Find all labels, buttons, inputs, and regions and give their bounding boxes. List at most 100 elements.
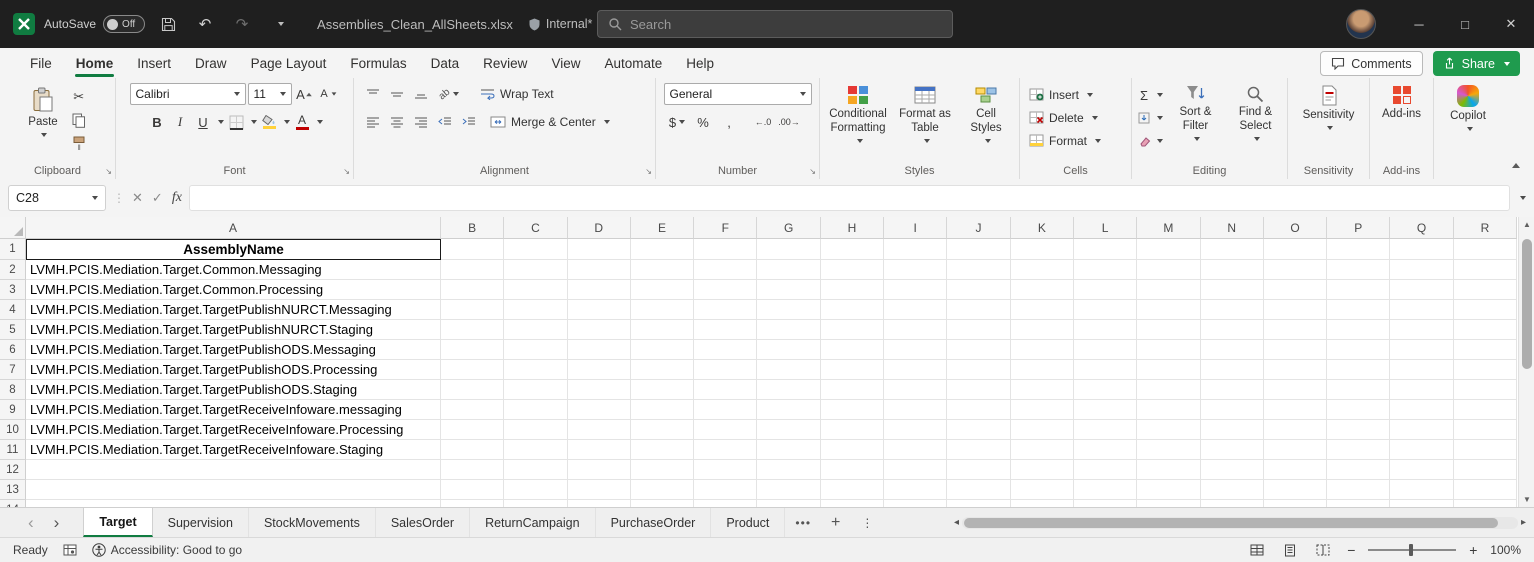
cell-N14[interactable] xyxy=(1201,500,1264,507)
sensitivity-chip[interactable]: Internal* xyxy=(529,17,608,31)
row-header-6[interactable]: 6 xyxy=(0,340,26,360)
cell-M14[interactable] xyxy=(1137,500,1200,507)
cell-A3[interactable]: LVMH.PCIS.Mediation.Target.Common.Proces… xyxy=(26,280,441,300)
cell-H10[interactable] xyxy=(821,420,884,440)
cell-P7[interactable] xyxy=(1327,360,1390,380)
cell-P3[interactable] xyxy=(1327,280,1390,300)
cell-Q11[interactable] xyxy=(1390,440,1453,460)
previous-sheet-button[interactable]: ‹ xyxy=(18,514,44,531)
search-box[interactable] xyxy=(597,10,953,38)
cell-A2[interactable]: LVMH.PCIS.Mediation.Target.Common.Messag… xyxy=(26,260,441,280)
undo-button[interactable]: ↶ xyxy=(191,10,219,38)
cell-L9[interactable] xyxy=(1074,400,1137,420)
cell-N9[interactable] xyxy=(1201,400,1264,420)
cell-F4[interactable] xyxy=(694,300,757,320)
macro-record-icon[interactable] xyxy=(63,544,77,556)
excel-logo-icon[interactable] xyxy=(13,13,35,35)
cell-G1[interactable] xyxy=(757,239,820,260)
cell-Q9[interactable] xyxy=(1390,400,1453,420)
cell-B2[interactable] xyxy=(441,260,504,280)
format-cells-button[interactable]: Format xyxy=(1024,129,1127,152)
underline-button[interactable]: U xyxy=(192,111,214,133)
cell-J14[interactable] xyxy=(947,500,1010,507)
menu-page-layout[interactable]: Page Layout xyxy=(239,48,339,78)
cut-button[interactable]: ✂ xyxy=(68,86,90,108)
cell-N1[interactable] xyxy=(1201,239,1264,260)
cell-A1[interactable]: AssemblyName xyxy=(26,239,441,260)
cell-O9[interactable] xyxy=(1264,400,1327,420)
menu-help[interactable]: Help xyxy=(674,48,726,78)
cell-D5[interactable] xyxy=(568,320,631,340)
column-header-K[interactable]: K xyxy=(1011,217,1074,239)
zoom-level[interactable]: 100% xyxy=(1490,543,1521,557)
cell-H3[interactable] xyxy=(821,280,884,300)
cell-J7[interactable] xyxy=(947,360,1010,380)
comments-button[interactable]: Comments xyxy=(1320,51,1422,76)
cell-O4[interactable] xyxy=(1264,300,1327,320)
vertical-scrollbar[interactable]: ▲ ▼ xyxy=(1518,217,1534,507)
close-button[interactable]: ✕ xyxy=(1488,0,1534,48)
menu-home[interactable]: Home xyxy=(64,48,126,78)
currency-format-button[interactable]: $ xyxy=(666,111,688,133)
row-header-10[interactable]: 10 xyxy=(0,420,26,440)
cell-N13[interactable] xyxy=(1201,480,1264,500)
cell-B6[interactable] xyxy=(441,340,504,360)
cell-C14[interactable] xyxy=(504,500,567,507)
font-dialog-launcher[interactable]: ↘ xyxy=(343,168,350,176)
cell-J9[interactable] xyxy=(947,400,1010,420)
cell-G4[interactable] xyxy=(757,300,820,320)
clear-button[interactable] xyxy=(1136,130,1163,152)
cell-B9[interactable] xyxy=(441,400,504,420)
cell-B3[interactable] xyxy=(441,280,504,300)
horizontal-scroll-track[interactable] xyxy=(962,517,1518,529)
fill-color-button[interactable] xyxy=(258,111,280,133)
number-format-select[interactable]: General xyxy=(664,83,812,105)
cell-L1[interactable] xyxy=(1074,239,1137,260)
cell-Q6[interactable] xyxy=(1390,340,1453,360)
cell-C5[interactable] xyxy=(504,320,567,340)
cell-N7[interactable] xyxy=(1201,360,1264,380)
cell-Q13[interactable] xyxy=(1390,480,1453,500)
cell-Q2[interactable] xyxy=(1390,260,1453,280)
cell-Q8[interactable] xyxy=(1390,380,1453,400)
column-header-A[interactable]: A xyxy=(26,217,441,239)
cell-L14[interactable] xyxy=(1074,500,1137,507)
sheet-tab-product[interactable]: Product xyxy=(711,508,785,537)
sheet-tab-salesorder[interactable]: SalesOrder xyxy=(376,508,470,537)
insert-function-button[interactable]: fx xyxy=(172,190,182,206)
cell-L7[interactable] xyxy=(1074,360,1137,380)
cell-H7[interactable] xyxy=(821,360,884,380)
align-center-button[interactable] xyxy=(386,111,408,133)
accessibility-status[interactable]: Accessibility: Good to go xyxy=(92,543,242,557)
align-right-button[interactable] xyxy=(410,111,432,133)
cell-G10[interactable] xyxy=(757,420,820,440)
zoom-out-button[interactable]: − xyxy=(1345,542,1357,558)
cell-P9[interactable] xyxy=(1327,400,1390,420)
cell-R5[interactable] xyxy=(1454,320,1517,340)
cell-K11[interactable] xyxy=(1011,440,1074,460)
cell-B10[interactable] xyxy=(441,420,504,440)
cell-P14[interactable] xyxy=(1327,500,1390,507)
cell-L6[interactable] xyxy=(1074,340,1137,360)
cell-N2[interactable] xyxy=(1201,260,1264,280)
cell-L10[interactable] xyxy=(1074,420,1137,440)
normal-view-button[interactable] xyxy=(1246,540,1268,560)
cell-H2[interactable] xyxy=(821,260,884,280)
sort-filter-button[interactable]: Sort & Filter xyxy=(1167,83,1224,143)
row-header-2[interactable]: 2 xyxy=(0,260,26,280)
column-header-J[interactable]: J xyxy=(947,217,1010,239)
cell-E11[interactable] xyxy=(631,440,694,460)
vertical-scroll-thumb[interactable] xyxy=(1522,239,1532,369)
cell-L11[interactable] xyxy=(1074,440,1137,460)
menu-automate[interactable]: Automate xyxy=(592,48,674,78)
cell-A14[interactable] xyxy=(26,500,441,507)
cell-D9[interactable] xyxy=(568,400,631,420)
cell-O3[interactable] xyxy=(1264,280,1327,300)
cell-H5[interactable] xyxy=(821,320,884,340)
cell-B12[interactable] xyxy=(441,460,504,480)
conditional-formatting-button[interactable]: Conditional Formatting xyxy=(824,83,892,145)
cell-C6[interactable] xyxy=(504,340,567,360)
column-header-C[interactable]: C xyxy=(504,217,567,239)
cell-K5[interactable] xyxy=(1011,320,1074,340)
column-header-Q[interactable]: Q xyxy=(1390,217,1453,239)
